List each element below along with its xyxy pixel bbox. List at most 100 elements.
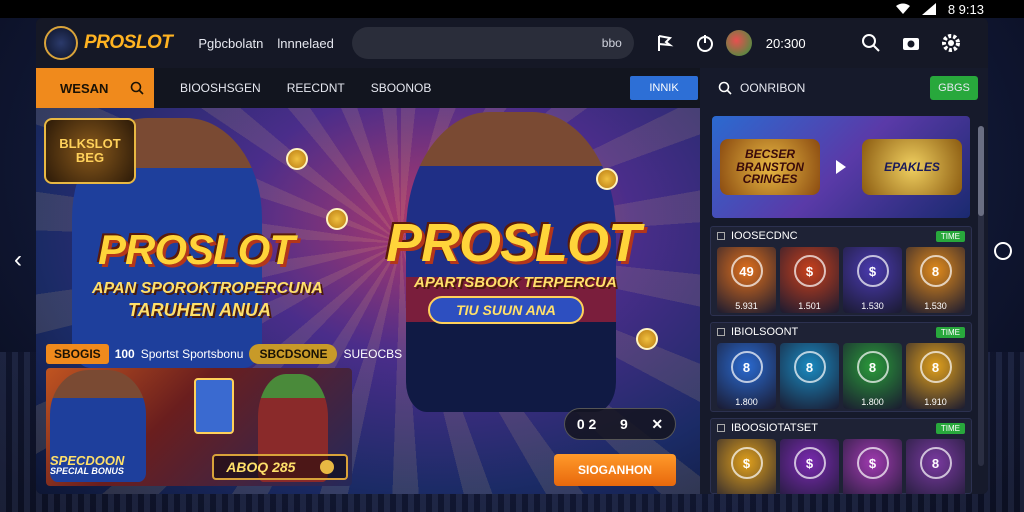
card-code: ABOQ 285 bbox=[212, 454, 348, 480]
promo-left: BECSER BRANSTON CRINGES bbox=[720, 139, 820, 195]
balance-value: 20:300 bbox=[765, 35, 806, 51]
ctrl-mid: 9 bbox=[619, 416, 628, 432]
share-icon[interactable]: ✕ bbox=[651, 416, 663, 433]
game-tile[interactable]: $ bbox=[717, 439, 776, 494]
badge-line-2: BEG bbox=[75, 150, 105, 165]
coin-icon: $ bbox=[730, 447, 763, 479]
game-tile[interactable]: 8 1.800 bbox=[717, 343, 776, 409]
cta-button[interactable]: SIOGANHON bbox=[554, 454, 676, 486]
arrow-icon bbox=[836, 160, 846, 174]
logo-icon bbox=[44, 26, 78, 60]
hero-title-center: PROSLOT bbox=[386, 213, 641, 273]
game-section-1: IOOSECDNC TIME 49 5.931 $1.501 $1.530 8 1.530 bbox=[710, 226, 972, 316]
coin-icon: 8 bbox=[919, 255, 952, 287]
wifi-icon bbox=[895, 3, 910, 14]
tile-label: 1.530 bbox=[924, 301, 947, 311]
balance[interactable]: 20:300 bbox=[725, 30, 806, 56]
right-search[interactable]: OONRIBON GBGS bbox=[700, 68, 988, 108]
tile-label: 1.910 bbox=[924, 397, 947, 407]
nav-item-1[interactable]: BIOOSHSGEN bbox=[180, 81, 261, 95]
hero-banner[interactable]: BLKSLOT BEG PROSLOT APAN SPOROKTROPERCUN… bbox=[36, 108, 700, 494]
game-tile[interactable]: 8 bbox=[780, 343, 839, 409]
flag-icon[interactable] bbox=[654, 32, 676, 54]
card-text: SPECDOON SPECIAL BONUS bbox=[50, 454, 124, 476]
coin-icon: 8 bbox=[793, 351, 826, 383]
top-link-2[interactable]: lnnnelaed bbox=[277, 36, 333, 51]
app-window: PROSLOT Pgbcbolatn lnnnelaed bbo 20:300 … bbox=[36, 18, 988, 494]
section-icon bbox=[717, 328, 725, 336]
coin-icon: $ bbox=[856, 255, 889, 287]
hero-subtitle-left-1: APAN SPOROKTROPERCUNA bbox=[92, 280, 323, 297]
shield-icon bbox=[194, 378, 234, 434]
status-bar: 8 9:13 bbox=[0, 0, 1024, 18]
brand-name: PROSLOT bbox=[84, 32, 173, 53]
nav-button[interactable]: INNIK bbox=[630, 76, 698, 100]
game-tile[interactable]: 8 1.800 bbox=[843, 343, 902, 409]
wesan-tab[interactable]: WESAN bbox=[36, 68, 154, 108]
game-tile[interactable]: 49 5.931 bbox=[717, 247, 776, 313]
scrollbar-thumb[interactable] bbox=[978, 126, 984, 216]
coin-icon: $ bbox=[793, 255, 826, 287]
tile-label: 5.931 bbox=[735, 301, 758, 311]
tile-label: 1.800 bbox=[735, 397, 758, 407]
prev-arrow-icon[interactable]: ‹ bbox=[14, 246, 22, 274]
chip-small-icon bbox=[319, 460, 334, 474]
hero-badge: BLKSLOT BEG bbox=[44, 118, 136, 184]
game-section-2: IBIOLSOONT TIME 8 1.800 8 8 1.800 8 1.910 bbox=[710, 322, 972, 412]
brand-logo[interactable]: PROSLOT bbox=[44, 26, 173, 60]
game-tile[interactable]: $1.530 bbox=[843, 247, 902, 313]
strip-gold-button[interactable]: SBCDSONE bbox=[249, 344, 338, 364]
hero-subtitle-left-2: TARUHEN ANUA bbox=[128, 300, 271, 320]
section-title: IBIOLSOONT bbox=[731, 326, 799, 338]
tile-label: 1.501 bbox=[798, 301, 821, 311]
tile-label: 1.530 bbox=[861, 301, 884, 311]
search-icon[interactable] bbox=[860, 32, 882, 54]
top-link-1[interactable]: Pgbcbolatn bbox=[198, 36, 263, 51]
coin-icon: 8 bbox=[856, 351, 889, 383]
strip-tag: SBOGIS bbox=[46, 344, 109, 364]
search-icon bbox=[718, 81, 732, 95]
mini-control[interactable]: 0 2 9 ✕ bbox=[564, 408, 676, 440]
search-input[interactable]: bbo bbox=[351, 27, 634, 59]
nav-bar: WESAN BIOOSHSGEN REECDNT SBOONOB INNIK bbox=[36, 68, 700, 108]
chip-icon bbox=[286, 148, 308, 170]
tile-label: 1.800 bbox=[861, 397, 884, 407]
wesan-label: WESAN bbox=[60, 80, 109, 96]
go-button[interactable]: GBGS bbox=[930, 76, 978, 100]
chip-icon bbox=[636, 328, 658, 350]
search-value: bbo bbox=[601, 36, 622, 50]
coin-icon: 8 bbox=[919, 447, 952, 479]
card-subtitle: SPECIAL BONUS bbox=[50, 466, 124, 476]
badge-line-1: BLKSLOT bbox=[59, 135, 121, 151]
search-small-icon bbox=[130, 81, 144, 95]
strip-end: SUEOCBS bbox=[343, 347, 403, 361]
scrollbar[interactable] bbox=[978, 126, 984, 466]
camera-icon[interactable] bbox=[900, 32, 922, 54]
next-dot-icon[interactable] bbox=[994, 242, 1012, 260]
gear-icon[interactable] bbox=[940, 32, 962, 54]
right-search-label: OONRIBON bbox=[740, 81, 806, 95]
coin-icon: $ bbox=[793, 447, 826, 479]
game-tile[interactable]: $ bbox=[843, 439, 902, 494]
game-tile[interactable]: $1.501 bbox=[780, 247, 839, 313]
nav-item-3[interactable]: SBOONOB bbox=[371, 81, 432, 95]
bonus-card[interactable]: SPECDOON SPECIAL BONUS ABOQ 285 bbox=[46, 368, 352, 486]
promo-strip: SBOGIS 100 Sportst Sportsbonu SBCDSONE S… bbox=[46, 344, 402, 364]
hero-subtitle-center: APARTSBOOK TERPERCUA bbox=[414, 274, 617, 291]
coin-icon: $ bbox=[856, 447, 889, 479]
promo-banner[interactable]: BECSER BRANSTON CRINGES EPAKLES bbox=[712, 116, 970, 218]
section-title: IBOOSIOTATSET bbox=[731, 422, 818, 434]
hero-title-left: PROSLOT bbox=[98, 226, 295, 273]
game-tile[interactable]: 8 bbox=[906, 439, 965, 494]
nav-item-2[interactable]: REECDNT bbox=[287, 81, 345, 95]
section-icon bbox=[717, 232, 725, 240]
game-tile[interactable]: $ bbox=[780, 439, 839, 494]
coin-icon: 49 bbox=[730, 255, 763, 287]
game-tile[interactable]: 8 1.910 bbox=[906, 343, 965, 409]
power-icon[interactable] bbox=[694, 32, 716, 54]
hero-pill[interactable]: TIU SUUN ANA bbox=[428, 296, 584, 324]
section-badge: TIME bbox=[935, 422, 965, 434]
top-bar: PROSLOT Pgbcbolatn lnnnelaed bbo 20:300 bbox=[36, 18, 988, 68]
chip-icon bbox=[326, 208, 348, 230]
game-tile[interactable]: 8 1.530 bbox=[906, 247, 965, 313]
